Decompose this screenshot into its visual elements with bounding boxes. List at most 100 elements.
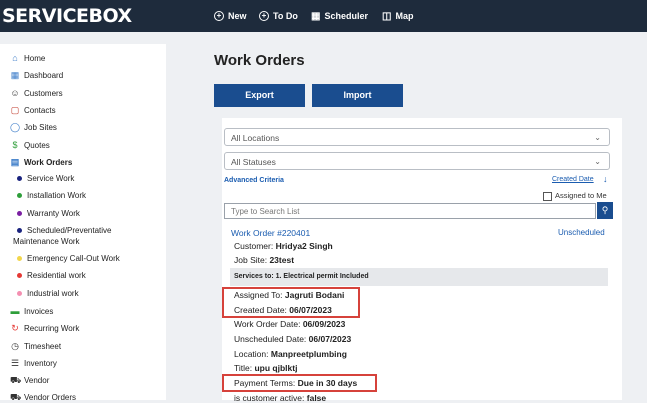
job-site-value: 23test <box>269 255 295 265</box>
locations-select-value: All Locations <box>231 133 280 143</box>
export-button[interactable]: Export <box>214 84 305 107</box>
dashboard-icon: ▦ <box>10 70 20 80</box>
field-label: Location: <box>234 349 269 359</box>
app-logo[interactable]: SERVICEBOX <box>2 4 132 28</box>
sidebar-subitem-label: Service Work <box>27 174 75 183</box>
import-button[interactable]: Import <box>312 84 403 107</box>
color-dot-icon <box>17 273 22 278</box>
field-label: Work Order Date: <box>234 319 301 329</box>
sidebar-item-label: Invoices <box>24 306 54 316</box>
chevron-down-icon: ⌄ <box>594 133 601 142</box>
map-label: Map <box>395 11 414 21</box>
sidebar-item-label: Quotes <box>24 140 50 150</box>
map-icon: ◫ <box>382 10 392 22</box>
location-value: Manpreetplumbing <box>270 349 347 359</box>
inventory-icon: ☰ <box>10 358 20 368</box>
search-button[interactable]: ⚲ <box>597 202 613 219</box>
sidebar-subitem-residential[interactable]: Residential work <box>17 271 86 280</box>
sidebar-item-dashboard[interactable]: ▦ Dashboard <box>10 70 63 80</box>
locations-select[interactable]: All Locations ⌄ <box>224 128 610 146</box>
truck-icon: ⛟ <box>10 392 22 402</box>
sidebar-item-label: Vendor <box>24 375 50 385</box>
color-dot-icon <box>17 256 22 261</box>
sidebar-item-timesheet[interactable]: ◷ Timesheet <box>10 341 61 351</box>
statuses-select[interactable]: All Statuses ⌄ <box>224 152 610 170</box>
sidebar-item-vendor[interactable]: ⛟ Vendor <box>10 375 49 385</box>
highlight-box <box>222 287 360 318</box>
sidebar-subitem-label: Installation Work <box>27 191 86 200</box>
sidebar-item-quotes[interactable]: $ Quotes <box>10 140 50 150</box>
chevron-down-icon: ⌄ <box>594 157 601 166</box>
services-bar: Services to: 1. Electrical permit Includ… <box>230 268 608 286</box>
customer-value: Hridya2 Singh <box>275 241 333 251</box>
color-dot-icon <box>17 193 22 198</box>
sidebar-subitem-label: Scheduled/Preventative <box>27 226 112 235</box>
sidebar-item-recurring-work[interactable]: ↻ Recurring Work <box>10 323 79 333</box>
status-badge: Unscheduled <box>558 228 605 237</box>
invoice-icon: ▬ <box>10 306 20 316</box>
map-button[interactable]: ◫ Map <box>382 0 413 32</box>
sidebar-subitem-industrial[interactable]: Industrial work <box>17 289 79 298</box>
color-dot-icon <box>17 291 22 296</box>
plus-circle-icon: + <box>214 11 224 21</box>
title-field: Title: upu qjblktj <box>234 363 297 373</box>
sidebar-item-label: Timesheet <box>24 341 62 351</box>
search-placeholder: Type to Search List <box>231 207 300 216</box>
sidebar-subitem-emergency[interactable]: Emergency Call-Out Work <box>17 254 120 263</box>
calendar-icon: ▦ <box>311 10 321 22</box>
sidebar-item-home[interactable]: ⌂ Home <box>10 53 45 63</box>
assigned-to-me-label: Assigned to Me <box>555 191 607 200</box>
sidebar-subitem-installation-work[interactable]: Installation Work <box>17 191 86 200</box>
sidebar-item-inventory[interactable]: ☰ Inventory <box>10 358 57 368</box>
location-field: Location: Manpreetplumbing <box>234 349 347 359</box>
sidebar-subitem-label: Industrial work <box>27 289 79 298</box>
sidebar-item-vendor-orders[interactable]: ⛟ Vendor Orders <box>10 392 76 402</box>
field-label: Title: <box>234 363 253 373</box>
assigned-to-me-checkbox[interactable] <box>543 192 552 201</box>
sidebar-item-label: Home <box>24 53 46 63</box>
sidebar-item-label: Inventory <box>24 358 57 368</box>
sidebar-subitem-label: Residential work <box>27 271 86 280</box>
color-dot-icon <box>17 228 22 233</box>
timesheet-icon: ◷ <box>11 341 19 351</box>
sort-arrow-down-icon[interactable]: ↓ <box>603 174 608 184</box>
sidebar-subitem-service-work[interactable]: Service Work <box>17 174 74 183</box>
job-site-field: Job Site: 23test <box>234 255 294 265</box>
search-input[interactable]: Type to Search List <box>224 203 596 219</box>
scheduler-label: Scheduler <box>324 11 368 21</box>
sidebar-item-job-sites[interactable]: ◯ Job Sites <box>10 122 57 132</box>
new-label: New <box>228 11 247 21</box>
color-dot-icon <box>17 211 22 216</box>
field-label: Customer: <box>234 241 274 251</box>
sidebar-subitem-label: Emergency Call-Out Work <box>27 254 120 263</box>
scheduler-button[interactable]: ▦ Scheduler <box>311 0 368 32</box>
sidebar-subitem-label-cont[interactable]: Maintenance Work <box>13 237 80 246</box>
wo-date-value: 06/09/2023 <box>302 319 346 329</box>
new-button[interactable]: + New <box>214 0 247 32</box>
sidebar-item-label: Recurring Work <box>24 323 80 333</box>
sidebar-subitem-warranty-work[interactable]: Warranty Work <box>17 209 80 218</box>
unscheduled-date-value: 06/07/2023 <box>308 334 352 344</box>
work-order-link[interactable]: Work Order #220401 <box>231 228 310 238</box>
sidebar-item-work-orders[interactable]: ▤ Work Orders <box>10 157 73 167</box>
top-navbar: SERVICEBOX + New + To Do ▦ Scheduler ◫ Map <box>0 0 647 32</box>
todo-button[interactable]: + To Do <box>259 0 298 32</box>
sidebar-subitem-label: Warranty Work <box>27 209 80 218</box>
sidebar-item-contacts[interactable]: ▢ Contacts <box>10 105 56 115</box>
field-label: Job Site: <box>234 255 268 265</box>
sidebar-subitem-scheduled-preventative[interactable]: Scheduled/Preventative <box>17 226 112 235</box>
unscheduled-date-field: Unscheduled Date: 06/07/2023 <box>234 334 351 344</box>
sidebar-item-invoices[interactable]: ▬ Invoices <box>10 306 54 316</box>
plus-circle-icon: + <box>259 11 269 21</box>
customer-active-value: false <box>306 393 327 403</box>
advanced-criteria-link[interactable]: Advanced Criteria <box>224 177 284 184</box>
sidebar-item-label: Customers <box>24 88 63 98</box>
field-label: Unscheduled Date: <box>234 334 307 344</box>
recurring-icon: ↻ <box>11 323 19 333</box>
sidebar-item-label: Contacts <box>24 105 56 115</box>
sidebar-item-customers[interactable]: ☺ Customers <box>10 88 63 98</box>
field-label: is customer active: <box>234 393 305 403</box>
highlight-box <box>222 374 377 392</box>
sort-created-date-link[interactable]: Created Date <box>552 176 594 183</box>
todo-label: To Do <box>273 11 298 21</box>
